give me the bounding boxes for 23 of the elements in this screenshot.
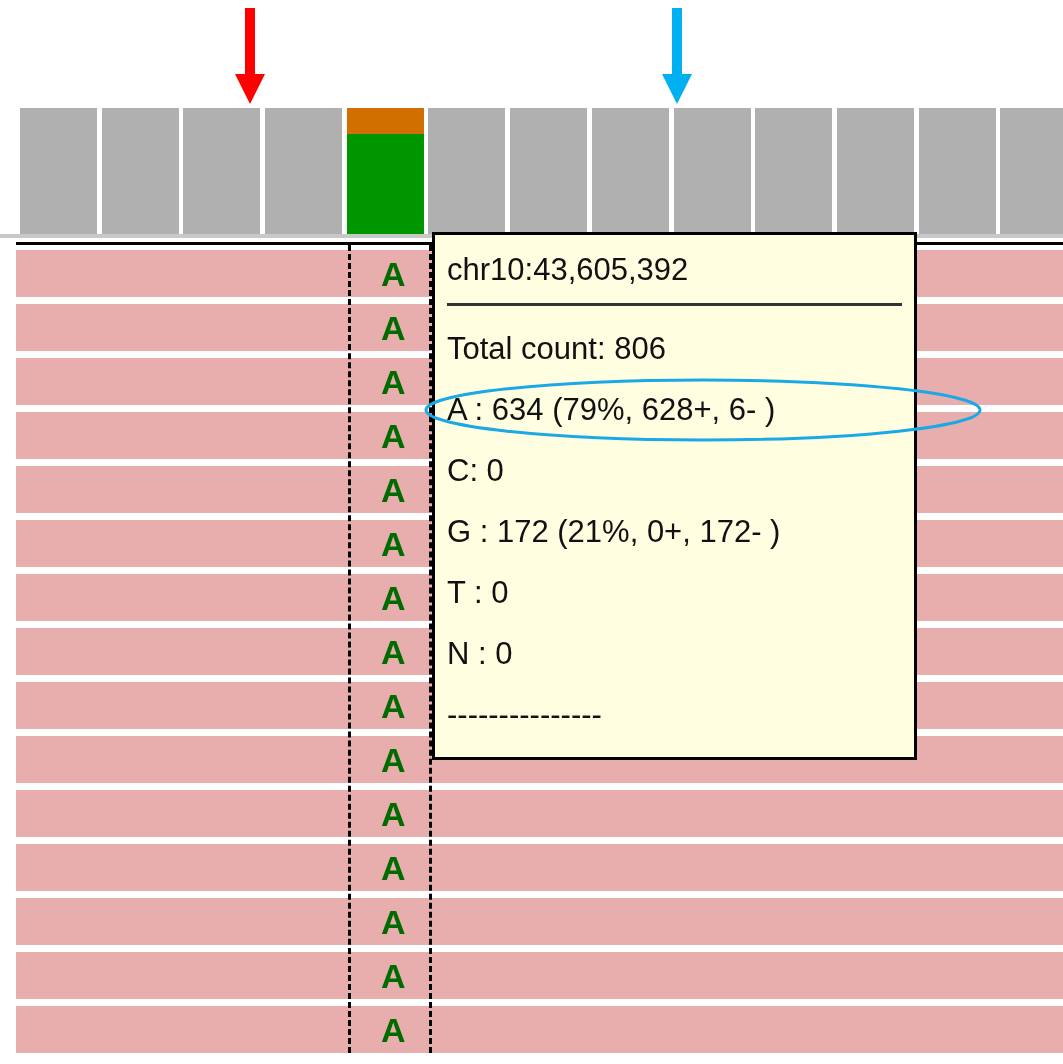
tooltip-text: N : 0 xyxy=(447,636,513,671)
base-letter: A xyxy=(381,580,406,615)
base-letter: A xyxy=(381,472,406,507)
base-letter: A xyxy=(381,1012,406,1047)
tooltip-text: T : 0 xyxy=(447,575,509,610)
base-letter: A xyxy=(381,688,406,723)
base-letter: A xyxy=(381,742,406,777)
base-letter: A xyxy=(381,904,406,939)
tooltip-text: G : 172 (21%, 0+, 172- ) xyxy=(447,514,781,549)
tooltip-text: --------------- xyxy=(447,697,602,732)
base-letter: A xyxy=(381,364,406,399)
base-letter: A xyxy=(381,418,406,453)
base-letter: A xyxy=(381,634,406,669)
base-letter: A xyxy=(381,256,406,291)
base-letter: A xyxy=(381,526,406,561)
base-letter: A xyxy=(381,850,406,885)
base-letter: A xyxy=(381,310,406,345)
tooltip-text: C: 0 xyxy=(447,453,504,488)
base-letter: A xyxy=(381,958,406,993)
tooltip-text: Total count: 806 xyxy=(447,331,666,366)
base-letter: A xyxy=(381,796,406,831)
tooltip-text: A : 634 (79%, 628+, 6- ) xyxy=(447,392,776,427)
tooltip-text: chr10:43,605,392 xyxy=(447,252,689,287)
